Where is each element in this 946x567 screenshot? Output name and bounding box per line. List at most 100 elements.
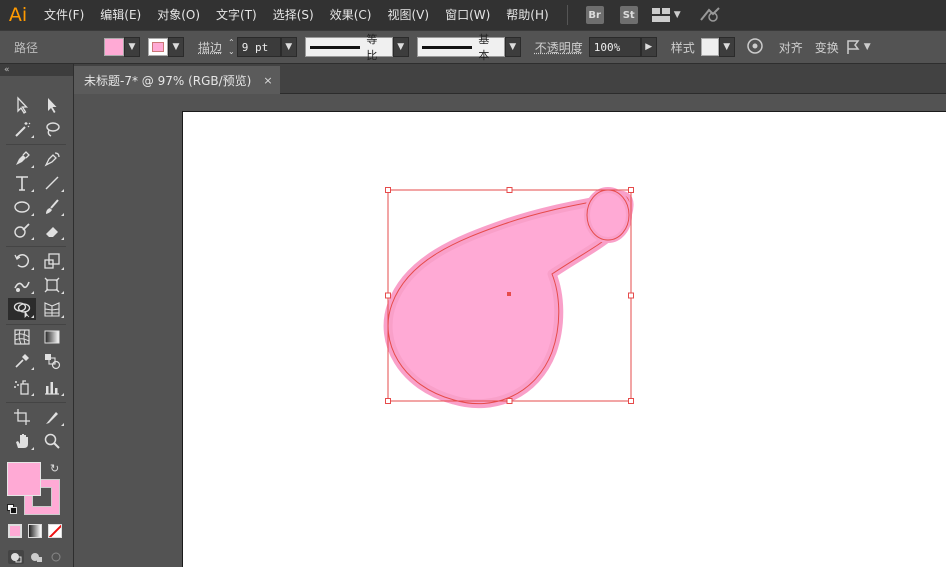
bridge-button[interactable]: Br xyxy=(585,6,604,24)
handle-middle-left[interactable] xyxy=(385,292,391,299)
chevron-down-icon: ▼ xyxy=(285,42,293,52)
fill-swatch[interactable] xyxy=(104,38,125,56)
menu-edit[interactable]: 编辑(E) xyxy=(92,0,149,30)
tab-document[interactable]: 未标题-7* @ 97% (RGB/预览) × xyxy=(74,66,280,94)
ellipse-tool[interactable] xyxy=(8,196,36,218)
free-transform-tool[interactable] xyxy=(38,274,66,296)
draw-behind-icon[interactable] xyxy=(28,550,44,564)
tools-panel: « ↻ xyxy=(0,64,74,567)
line-segment-icon xyxy=(45,176,59,190)
eyedropper-tool[interactable] xyxy=(8,350,36,372)
workspace-layout-icon[interactable]: ▼ xyxy=(651,8,681,22)
isolate-flag-icon[interactable]: ▼ xyxy=(845,39,871,55)
pen-tool[interactable] xyxy=(8,148,36,170)
ellipse-icon xyxy=(14,201,30,213)
stroke-label[interactable]: 描边 xyxy=(192,39,228,56)
graphic-style-swatch[interactable] xyxy=(700,38,719,56)
more-tools-indicator xyxy=(31,315,34,318)
stock-button[interactable]: St xyxy=(619,6,638,24)
menu-object[interactable]: 对象(O) xyxy=(149,0,208,30)
recolor-artwork-icon[interactable] xyxy=(747,37,763,57)
artboard-tool[interactable] xyxy=(8,406,36,428)
magic-wand-tool[interactable] xyxy=(8,118,36,140)
type-tool[interactable] xyxy=(8,172,36,194)
shape-builder-tool[interactable] xyxy=(8,298,36,320)
swap-colors-icon[interactable]: ↻ xyxy=(50,462,59,475)
line-segment-tool[interactable] xyxy=(38,172,66,194)
symbol-sprayer-tool[interactable] xyxy=(8,376,36,398)
center-point xyxy=(507,292,511,296)
menu-bar: Ai 文件(F) 编辑(E) 对象(O) 文字(T) 选择(S) 效果(C) 视… xyxy=(0,0,946,30)
profile-dropdown[interactable]: ▼ xyxy=(392,37,409,57)
opacity-label[interactable]: 不透明度 xyxy=(529,39,589,56)
opacity-arrow[interactable]: ▶ xyxy=(640,37,657,57)
perspective-grid-tool[interactable] xyxy=(38,298,66,320)
style-dropdown[interactable]: ▼ xyxy=(718,37,735,57)
menu-view[interactable]: 视图(V) xyxy=(379,0,437,30)
color-mode-button[interactable] xyxy=(8,524,22,538)
chevron-down-icon: ▼ xyxy=(172,42,180,52)
blend-tool[interactable] xyxy=(38,350,66,372)
scale-tool[interactable] xyxy=(38,250,66,272)
menu-effect[interactable]: 效果(C) xyxy=(322,0,380,30)
opacity-field[interactable]: 100% xyxy=(588,37,641,57)
more-tools-indicator xyxy=(61,291,64,294)
profile-line-icon xyxy=(309,45,361,49)
menu-select[interactable]: 选择(S) xyxy=(265,0,322,30)
handle-top-left[interactable] xyxy=(385,187,391,193)
gradient-tool[interactable] xyxy=(38,326,66,348)
menu-help[interactable]: 帮助(H) xyxy=(498,0,556,30)
chevron-down-icon: ⌄ xyxy=(228,47,235,56)
stroke-swatch[interactable] xyxy=(148,38,169,56)
warp-tool[interactable] xyxy=(8,274,36,296)
menu-file[interactable]: 文件(F) xyxy=(36,0,92,30)
brush-dropdown[interactable]: ▼ xyxy=(504,37,521,57)
menu-type[interactable]: 文字(T) xyxy=(208,0,265,30)
canvas-area[interactable] xyxy=(74,94,946,567)
menu-window[interactable]: 窗口(W) xyxy=(437,0,498,30)
curvature-tool[interactable] xyxy=(38,148,66,170)
column-graph-tool[interactable] xyxy=(38,376,66,398)
brush-definition[interactable]: 基本 xyxy=(416,33,505,62)
none-mode-button[interactable] xyxy=(48,524,62,538)
stroke-dropdown[interactable]: ▼ xyxy=(168,37,185,57)
align-button[interactable]: 对齐 xyxy=(773,39,809,56)
draw-inside-icon[interactable] xyxy=(48,550,64,564)
handle-middle-right[interactable] xyxy=(628,292,634,299)
mesh-tool[interactable] xyxy=(8,326,36,348)
mesh-icon xyxy=(14,329,30,345)
handle-bottom-center[interactable] xyxy=(506,398,513,404)
stroke-stepper[interactable]: ⌃ ⌄ xyxy=(228,38,235,56)
lasso-tool[interactable] xyxy=(38,118,66,140)
fill-color-box-front[interactable] xyxy=(7,462,41,496)
transform-button[interactable]: 变换 xyxy=(809,39,845,56)
direct-selection-tool[interactable] xyxy=(38,94,66,116)
handle-bottom-right[interactable] xyxy=(628,398,634,404)
draw-normal-icon[interactable] xyxy=(8,550,24,564)
default-colors-icon[interactable] xyxy=(7,504,17,514)
gradient-mode-button[interactable] xyxy=(28,524,42,538)
handle-top-right[interactable] xyxy=(628,187,634,193)
eraser-tool[interactable] xyxy=(38,220,66,242)
brush-label: 基本 xyxy=(478,33,490,62)
shape-builder-icon xyxy=(13,302,31,318)
selection-tool[interactable] xyxy=(8,94,36,116)
paintbrush-tool[interactable] xyxy=(38,196,66,218)
chevron-down-icon: ▼ xyxy=(723,42,731,52)
rotate-tool[interactable] xyxy=(8,250,36,272)
fill-dropdown[interactable]: ▼ xyxy=(124,37,141,57)
artwork[interactable] xyxy=(74,94,946,567)
panel-collapse-handle[interactable]: « xyxy=(0,64,73,76)
close-icon[interactable]: × xyxy=(263,74,272,87)
shaper-tool[interactable] xyxy=(8,220,36,242)
zoom-tool[interactable] xyxy=(38,430,66,452)
hand-tool[interactable] xyxy=(8,430,36,452)
slice-tool[interactable] xyxy=(38,406,66,428)
handle-top-center[interactable] xyxy=(506,187,513,193)
handle-bottom-left[interactable] xyxy=(385,398,391,404)
stroke-weight-dropdown[interactable]: ▼ xyxy=(280,37,297,57)
more-tools-indicator xyxy=(61,213,64,216)
stroke-weight-field[interactable]: 9 pt xyxy=(236,37,281,57)
gpu-performance-icon[interactable] xyxy=(699,6,721,25)
variable-width-profile[interactable]: 等比 xyxy=(304,33,393,62)
